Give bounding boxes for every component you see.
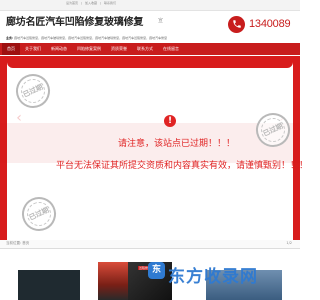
phone-number: 1340089: [249, 18, 291, 30]
separator: |: [99, 1, 101, 5]
watermark-text: 东方收录网: [168, 267, 258, 287]
phone-contact[interactable]: 1340089: [228, 13, 291, 35]
business-tags: 业务: 廊坊汽车凹陷修复，廊坊汽车玻璃修复，廊坊汽车凹陷修复，廊坊汽车玻璃修复，…: [6, 36, 167, 40]
add-favorite-link[interactable]: 加入收藏: [85, 1, 97, 5]
expired-notice: 请注意，该站点已过期！！！: [118, 139, 236, 149]
nav-item-news[interactable]: 新闻动态: [46, 43, 72, 55]
separator: |: [80, 1, 82, 5]
nav-item-contact[interactable]: 联系方式: [132, 43, 158, 55]
tags-text: 廊坊汽车凹陷修复，廊坊汽车玻璃修复，廊坊汽车凹陷修复，廊坊汽车玻璃修复，廊坊汽车…: [14, 36, 168, 40]
top-links: 设为首页 | 加入收藏 | 联系我们: [66, 1, 118, 5]
title-mark-icon: 宣: [158, 18, 164, 24]
case-thumbnail[interactable]: [18, 270, 80, 300]
case-thumbnail[interactable]: [98, 262, 128, 300]
warning-icon: !: [164, 115, 176, 127]
breadcrumb-bar: 当前位置: 首页 1/2: [0, 240, 300, 249]
breadcrumb[interactable]: 当前位置: 首页: [6, 241, 29, 246]
contact-link[interactable]: 联系我们: [104, 1, 116, 5]
tags-label: 业务:: [6, 36, 14, 40]
set-homepage-link[interactable]: 设为首页: [66, 1, 78, 5]
nav-item-honors[interactable]: 资质荣誉: [106, 43, 132, 55]
top-bar: 设为首页 | 加入收藏 | 联系我们: [0, 0, 300, 11]
main-nav: 首页 关于我们 新闻动态 凹陷修复案例 资质荣誉 联系方式 在线留言: [0, 43, 300, 55]
site-title[interactable]: 廊坊名匠汽车凹陷修复玻璃修复: [6, 13, 143, 28]
arrow-left-icon[interactable]: ‹: [11, 110, 27, 126]
nav-item-home[interactable]: 首页: [2, 43, 20, 55]
watermark-logo-icon: 东: [148, 262, 165, 279]
phone-icon: [228, 15, 245, 33]
nav-item-cases[interactable]: 凹陷修复案例: [72, 43, 106, 55]
page-indicator: 1/2: [286, 241, 292, 245]
verification-warning: 平台无法保证其所提交资质和内容真实有效，请谨慎甄别！！！: [56, 161, 309, 171]
nav-item-message[interactable]: 在线留言: [158, 43, 184, 55]
nav-item-about[interactable]: 关于我们: [20, 43, 46, 55]
